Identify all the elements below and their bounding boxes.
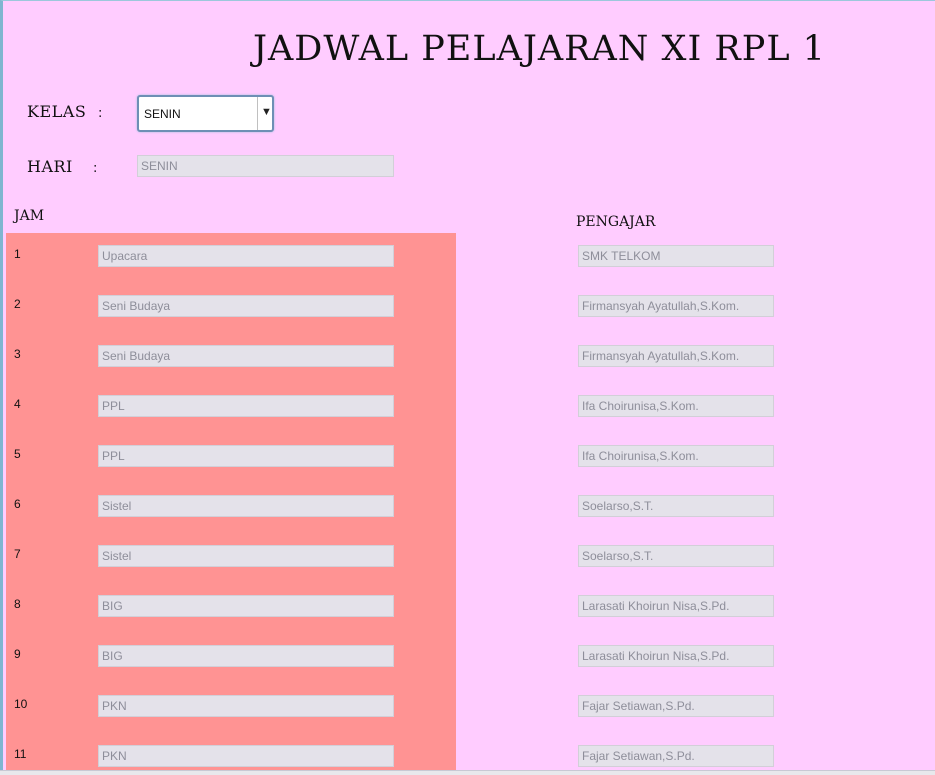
chevron-down-icon[interactable]: ▼: [261, 106, 272, 118]
mapel-field[interactable]: PPL: [98, 395, 394, 417]
kelas-selected-value: SENIN: [144, 107, 181, 121]
mapel-field[interactable]: PKN: [98, 695, 394, 717]
mapel-field[interactable]: Sistel: [98, 545, 394, 567]
jam-number: 11: [14, 747, 27, 761]
dropdown-divider: [257, 97, 258, 130]
pengajar-field[interactable]: Soelarso,S.T.: [578, 495, 774, 517]
jam-number: 2: [14, 297, 21, 311]
jam-number: 5: [14, 447, 21, 461]
mapel-field[interactable]: Seni Budaya: [98, 345, 394, 367]
pengajar-field[interactable]: Firmansyah Ayatullah,S.Kom.: [578, 345, 774, 367]
pengajar-field[interactable]: Larasati Khoirun Nisa,S.Pd.: [578, 645, 774, 667]
jam-number: 10: [14, 697, 28, 711]
jam-number: 4: [14, 397, 21, 411]
hari-label: HARI: [27, 157, 73, 176]
jam-number: 9: [14, 647, 21, 661]
pengajar-field[interactable]: Fajar Setiawan,S.Pd.: [578, 695, 774, 717]
kelas-label: KELAS: [27, 102, 87, 121]
jam-number: 6: [14, 497, 21, 511]
pengajar-field[interactable]: Ifa Choirunisa,S.Kom.: [578, 395, 774, 417]
pengajar-field[interactable]: Firmansyah Ayatullah,S.Kom.: [578, 295, 774, 317]
pengajar-field[interactable]: Fajar Setiawan,S.Pd.: [578, 745, 774, 767]
page-title: JADWAL PELAJARAN XI RPL 1: [253, 29, 826, 69]
mapel-field[interactable]: Sistel: [98, 495, 394, 517]
kelas-dropdown[interactable]: SENIN ▼: [137, 95, 274, 132]
jam-number: 1: [14, 247, 21, 261]
pengajar-field[interactable]: SMK TELKOM: [578, 245, 774, 267]
pengajar-field[interactable]: Soelarso,S.T.: [578, 545, 774, 567]
pengajar-header: PENGAJAR: [576, 214, 656, 230]
jam-header: JAM: [14, 208, 45, 224]
window-bottom-edge: [0, 770, 935, 775]
mapel-field[interactable]: BIG: [98, 595, 394, 617]
pengajar-field[interactable]: Ifa Choirunisa,S.Kom.: [578, 445, 774, 467]
hari-field[interactable]: SENIN: [137, 155, 394, 177]
mapel-field[interactable]: Upacara: [98, 245, 394, 267]
jam-number: 3: [14, 347, 21, 361]
jam-number: 8: [14, 597, 21, 611]
mapel-field[interactable]: BIG: [98, 645, 394, 667]
mapel-field[interactable]: PKN: [98, 745, 394, 767]
pengajar-field[interactable]: Larasati Khoirun Nisa,S.Pd.: [578, 595, 774, 617]
jam-number: 7: [14, 547, 21, 561]
mapel-field[interactable]: Seni Budaya: [98, 295, 394, 317]
app-window: JADWAL PELAJARAN XI RPL 1 KELAS : SENIN …: [0, 0, 935, 775]
kelas-colon: :: [98, 106, 103, 121]
hari-colon: :: [93, 161, 98, 176]
mapel-field[interactable]: PPL: [98, 445, 394, 467]
